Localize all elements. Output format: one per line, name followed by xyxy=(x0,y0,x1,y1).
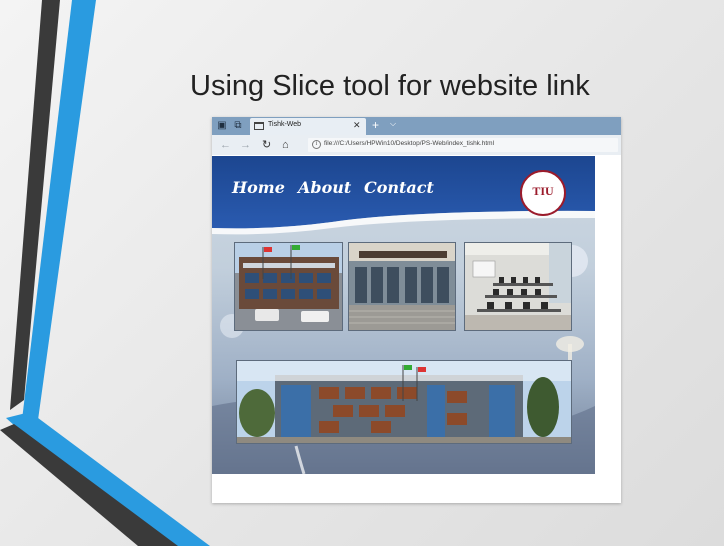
plus-icon[interactable]: + xyxy=(372,118,379,132)
tab-actions-icon[interactable]: ▣ xyxy=(216,120,228,131)
logo-text: TIU xyxy=(532,184,554,198)
nav-link-home[interactable]: Home xyxy=(232,178,285,197)
chevron-down-icon[interactable]: ⌵ xyxy=(390,119,396,129)
campus-photo-entrance[interactable] xyxy=(348,242,456,331)
slide-title: Using Slice tool for website link xyxy=(190,70,590,102)
presentation-slide: Using Slice tool for website link ▣ ⧉ Ti… xyxy=(0,0,724,546)
nav-link-contact[interactable]: Contact xyxy=(364,178,434,197)
blue-stripe-bottom xyxy=(6,412,210,546)
website-content: Home About Contact TIU xyxy=(212,156,595,474)
nav-link-about[interactable]: About xyxy=(298,178,351,197)
university-logo[interactable]: TIU xyxy=(520,170,566,216)
back-arrow-icon[interactable]: ← xyxy=(220,138,231,152)
browser-window: ▣ ⧉ Tishk-Web ✕ + ⌵ ← → ↻ ⌂ i file:///C:… xyxy=(212,117,621,503)
dark-stripe-bottom xyxy=(0,424,178,546)
info-icon[interactable]: i xyxy=(312,140,321,149)
tab-tishk-web[interactable]: Tishk-Web ✕ xyxy=(250,118,366,135)
navigation-bar: ← → ↻ ⌂ i file:///C:/Users/HPWin10/Deskt… xyxy=(212,135,621,155)
close-icon[interactable]: ✕ xyxy=(353,120,361,131)
home-icon[interactable]: ⌂ xyxy=(282,138,289,152)
forward-arrow-icon[interactable]: → xyxy=(240,138,251,152)
refresh-icon[interactable]: ↻ xyxy=(262,138,271,152)
campus-photo-building-front[interactable] xyxy=(234,242,343,331)
address-url: file:///C:/Users/HPWin10/Desktop/PS-Web/… xyxy=(324,140,495,147)
tab-title: Tishk-Web xyxy=(268,121,302,128)
page-icon xyxy=(254,122,264,130)
campus-photo-computer-lab[interactable] xyxy=(464,242,572,331)
campus-photo-wide-building[interactable] xyxy=(236,360,572,444)
browser-blank-area xyxy=(212,474,621,503)
set-aside-tabs-icon[interactable]: ⧉ xyxy=(232,120,244,131)
address-bar[interactable]: i file:///C:/Users/HPWin10/Desktop/PS-We… xyxy=(308,138,618,152)
tab-bar: ▣ ⧉ Tishk-Web ✕ + ⌵ xyxy=(212,117,621,135)
